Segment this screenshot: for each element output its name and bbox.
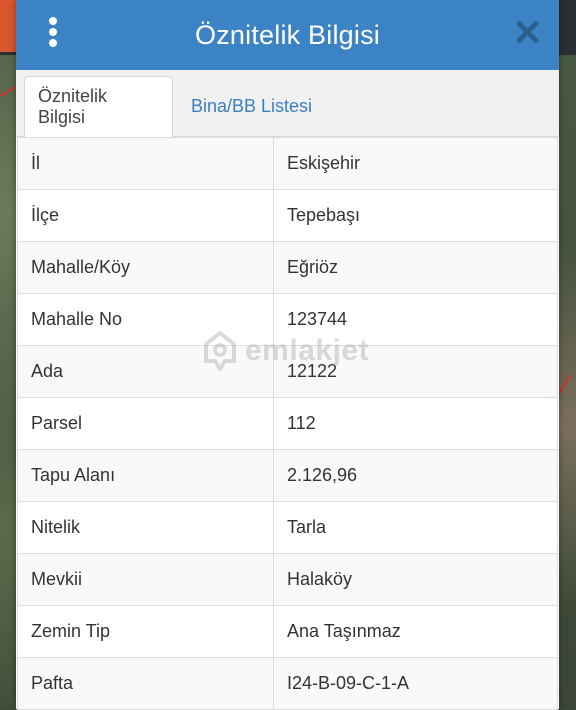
- table-row: İlçe Tepebaşı: [17, 189, 558, 242]
- attribute-value: Eğriöz: [273, 241, 558, 294]
- attribute-key: İl: [17, 137, 274, 190]
- attribute-value: I24-B-09-C-1-A: [273, 657, 558, 710]
- attribute-table: İl Eskişehir İlçe Tepebaşı Mahalle/Köy Eğriöz…: [17, 137, 558, 710]
- table-row: Ada 12122: [17, 345, 558, 398]
- tab-bar: Öznitelik Bilgisi Bina/BB Listesi: [16, 70, 559, 137]
- close-icon[interactable]: [515, 20, 539, 44]
- tab-attribute-info[interactable]: Öznitelik Bilgisi: [24, 76, 173, 137]
- attribute-key: Mahalle/Köy: [17, 241, 274, 294]
- map-accent: [0, 0, 16, 52]
- table-row: Mahalle/Köy Eğriöz: [17, 241, 558, 294]
- attribute-value: 112: [273, 397, 558, 450]
- panel-title: Öznitelik Bilgisi: [195, 19, 380, 50]
- table-row: Pafta I24-B-09-C-1-A: [17, 657, 558, 710]
- attribute-value: 123744: [273, 293, 558, 346]
- table-row: Zemin Tip Ana Taşınmaz: [17, 605, 558, 658]
- attribute-key: Zemin Tip: [17, 605, 274, 658]
- table-row: Parsel 112: [17, 397, 558, 450]
- attribute-key: Parsel: [17, 397, 274, 450]
- attribute-key: Mevkii: [17, 553, 274, 606]
- table-row: Nitelik Tarla: [17, 501, 558, 554]
- table-row: Mahalle No 123744: [17, 293, 558, 346]
- attribute-key: Tapu Alanı: [17, 449, 274, 502]
- table-row: İl Eskişehir: [17, 137, 558, 190]
- attribute-key: Pafta: [17, 657, 274, 710]
- attribute-value: Ana Taşınmaz: [273, 605, 558, 658]
- tab-building-list[interactable]: Bina/BB Listesi: [178, 76, 325, 136]
- attribute-value: Eskişehir: [273, 137, 558, 190]
- attribute-value: 2.126,96: [273, 449, 558, 502]
- table-row: Mevkii Halaköy: [17, 553, 558, 606]
- attribute-value: Tepebaşı: [273, 189, 558, 242]
- attribute-value: Halaköy: [273, 553, 558, 606]
- attribute-key: Ada: [17, 345, 274, 398]
- table-row: Tapu Alanı 2.126,96: [17, 449, 558, 502]
- more-vertical-icon[interactable]: [48, 17, 58, 47]
- panel-header: Öznitelik Bilgisi: [16, 0, 559, 70]
- attribute-value: Tarla: [273, 501, 558, 554]
- attribute-info-panel: Öznitelik Bilgisi Öznitelik Bilgisi Bina…: [16, 0, 559, 710]
- attribute-key: İlçe: [17, 189, 274, 242]
- attribute-key: Nitelik: [17, 501, 274, 554]
- attribute-value: 12122: [273, 345, 558, 398]
- attribute-key: Mahalle No: [17, 293, 274, 346]
